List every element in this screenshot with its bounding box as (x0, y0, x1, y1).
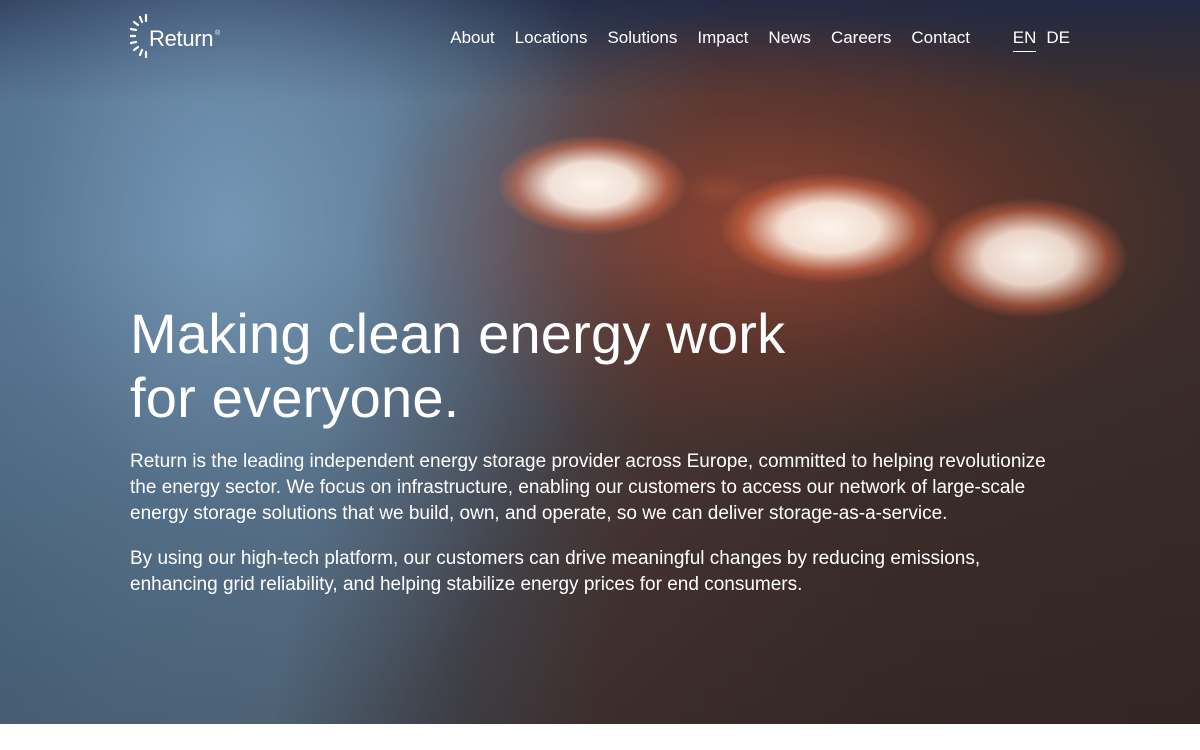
site-header: Return ® About Locations Solutions Impac… (130, 14, 1070, 68)
hero-headline-line-2: for everyone. (130, 366, 460, 429)
logo-wordmark: Return (149, 26, 214, 51)
lang-en[interactable]: EN (1012, 28, 1037, 52)
nav-contact[interactable]: Contact (911, 28, 970, 48)
sunburst-logo-icon (130, 14, 148, 59)
nav-about[interactable]: About (450, 28, 494, 48)
logo-link[interactable]: Return ® (130, 14, 230, 66)
hero-paragraph-1: Return is the leading independent energy… (130, 451, 1046, 524)
hero-copy: Return is the leading independent energy… (130, 449, 1070, 617)
nav-news[interactable]: News (768, 28, 811, 48)
hero-headline: Making clean energy work for everyone. (130, 302, 850, 430)
nav-solutions[interactable]: Solutions (607, 28, 677, 48)
main-nav: About Locations Solutions Impact News Ca… (450, 28, 970, 48)
language-switcher: EN DE (1012, 28, 1070, 52)
lang-de[interactable]: DE (1046, 28, 1070, 52)
nav-locations[interactable]: Locations (515, 28, 588, 48)
registered-mark: ® (215, 30, 221, 37)
hero-paragraph-2: By using our high-tech platform, our cus… (130, 548, 981, 595)
nav-careers[interactable]: Careers (831, 28, 891, 48)
hero-headline-line-1: Making clean energy work (130, 302, 786, 365)
nav-impact[interactable]: Impact (697, 28, 748, 48)
